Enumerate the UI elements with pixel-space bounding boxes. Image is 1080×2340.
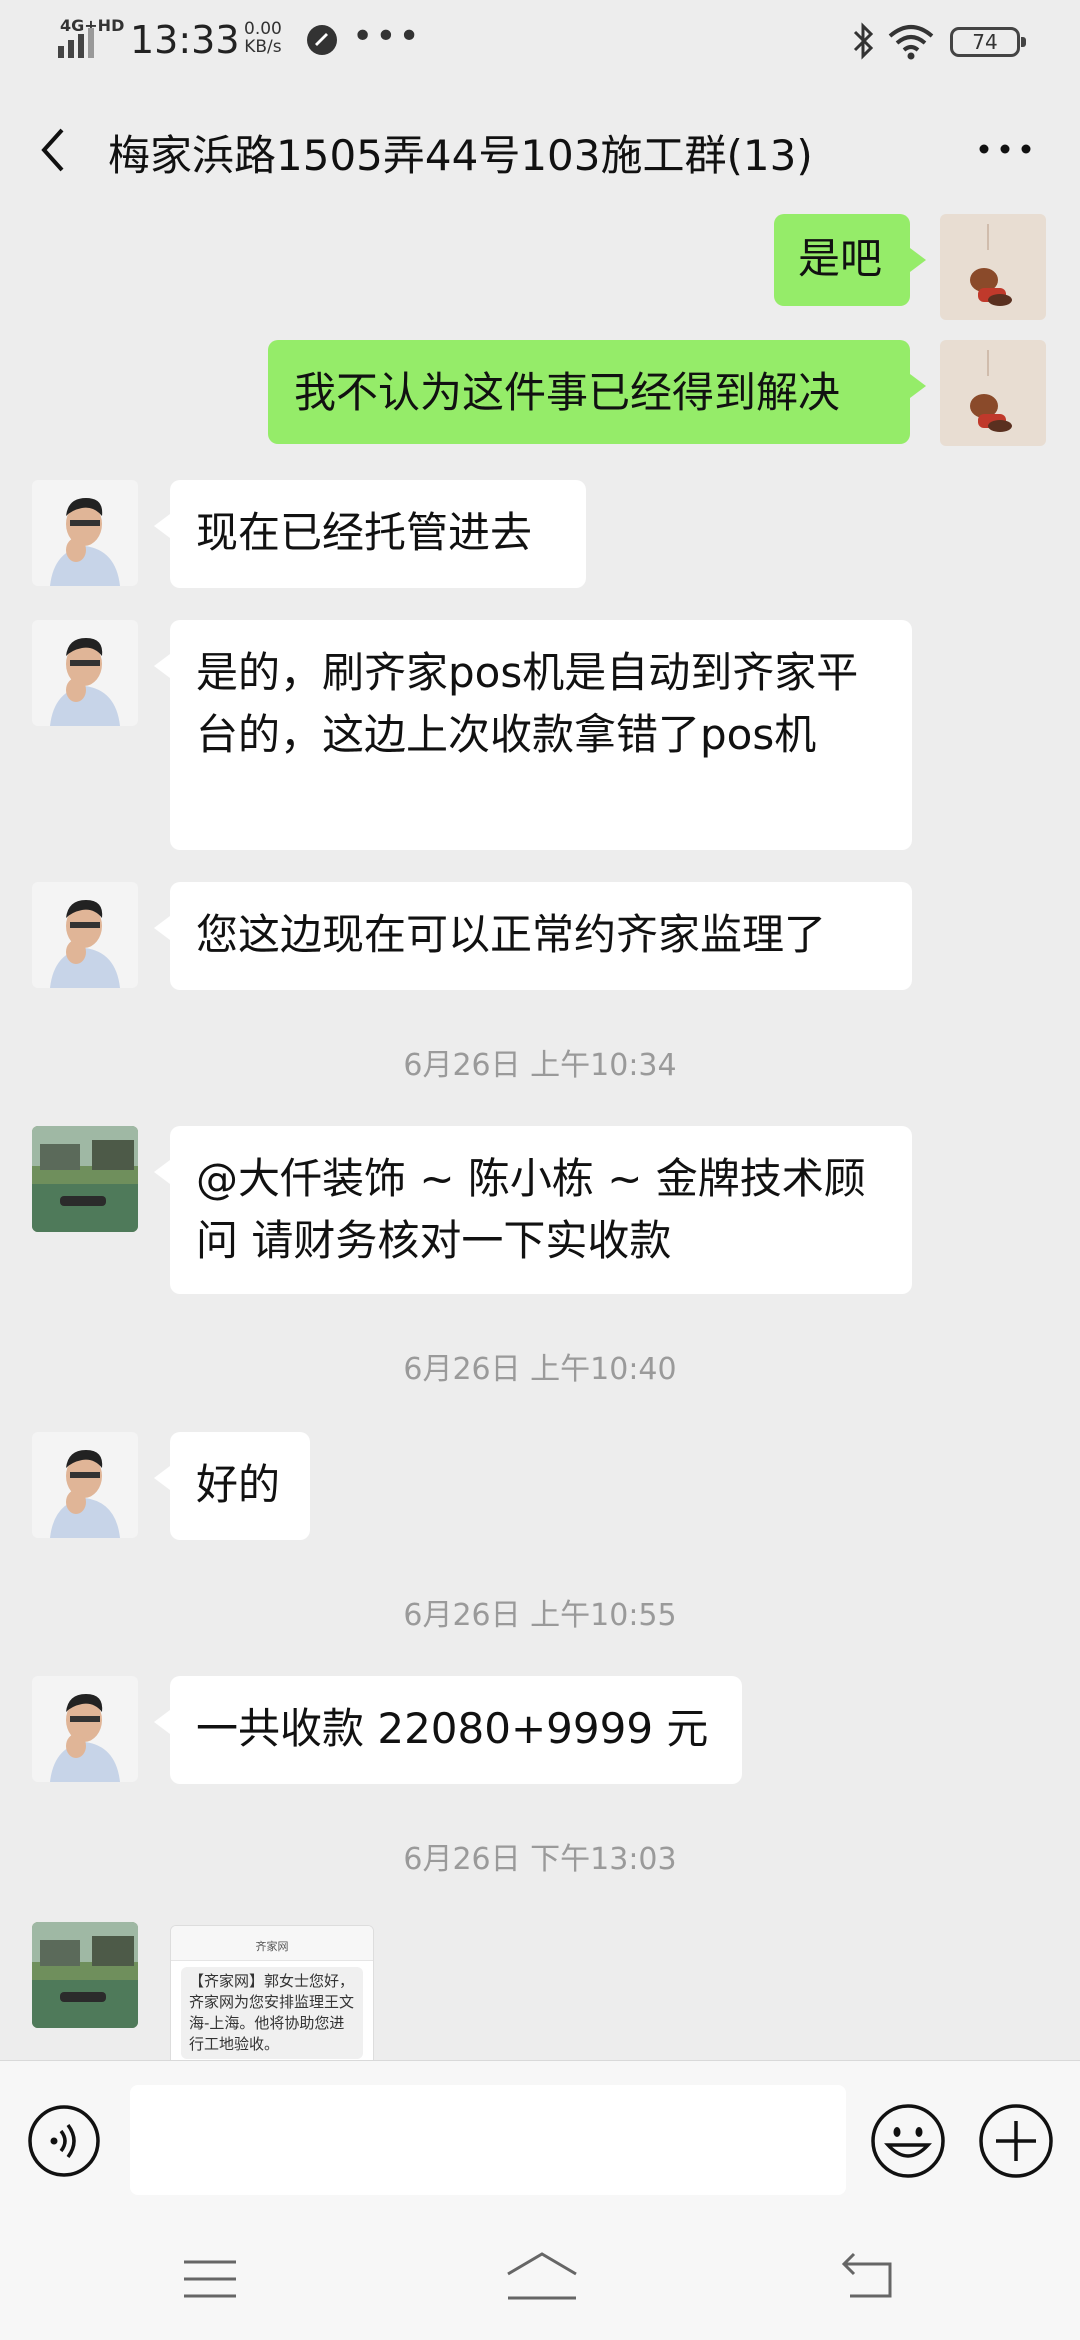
bluetooth-icon	[853, 22, 874, 60]
wifi-icon	[888, 25, 934, 60]
timestamp: 6月26日 上午10:40	[403, 1352, 677, 1387]
timestamp: 6月26日 上午10:34	[403, 1048, 677, 1083]
home-icon[interactable]	[504, 2248, 580, 2304]
menu-icon[interactable]	[182, 2254, 238, 2304]
battery-icon: 74	[950, 27, 1026, 57]
input-bar	[0, 2060, 1080, 2221]
message-input[interactable]	[130, 2085, 846, 2195]
member-avatar[interactable]	[32, 620, 138, 726]
message-bubble-incoming[interactable]: 现在已经托管进去	[154, 480, 586, 588]
thumbnail-header: 齐家网	[171, 1926, 373, 1961]
member-avatar[interactable]	[32, 1676, 138, 1782]
message-bubble-incoming[interactable]: 一共收款 22080+9999 元	[154, 1676, 742, 1784]
member-avatar[interactable]	[32, 480, 138, 586]
system-nav-bar	[0, 2220, 1080, 2340]
return-icon[interactable]	[840, 2250, 896, 2302]
message-bubble-outgoing[interactable]: 是吧	[774, 214, 926, 306]
member-avatar[interactable]	[32, 1432, 138, 1538]
status-bar: 4G+HD 13:33 0.00 KB/s ••• 74	[0, 0, 1080, 80]
network-speed-value: 0.00	[244, 19, 282, 39]
notification-badge-icon	[307, 25, 337, 55]
voice-icon[interactable]	[26, 2103, 102, 2179]
network-speed-unit: KB/s	[244, 37, 282, 57]
timestamp: 6月26日 上午10:55	[403, 1598, 677, 1633]
message-bubble-incoming[interactable]: 您这边现在可以正常约齐家监理了	[154, 882, 912, 990]
member-avatar-landscape[interactable]	[32, 1922, 138, 2028]
status-time: 13:33	[130, 18, 240, 62]
thumbnail-title: 齐家网	[255, 1940, 289, 1953]
message-bubble-incoming[interactable]: 好的	[154, 1432, 310, 1540]
status-more-icon: •••	[352, 16, 422, 57]
chat-title: 梅家浜路1505弄44号103施工群(13)	[108, 131, 813, 180]
message-bubble-incoming[interactable]: @大仟装饰 ~ 陈小栋 ~ 金牌技术顾问 请财务核对一下实收款	[154, 1126, 912, 1294]
more-icon[interactable]	[970, 124, 1040, 174]
my-avatar[interactable]	[940, 214, 1046, 320]
my-avatar[interactable]	[940, 340, 1046, 446]
back-icon[interactable]	[32, 122, 72, 178]
timestamp: 6月26日 下午13:03	[403, 1842, 677, 1877]
chat-area[interactable]: 是吧 我不认为这件事已经得到解决 现在已经托管进去 是的，刷齐家pos机是自动到…	[0, 210, 1080, 2060]
member-avatar-landscape[interactable]	[32, 1126, 138, 1232]
thumbnail-text: 【齐家网】郭女士您好，齐家网为您安排监理王文海-上海。他将协助您进行工地验收。	[181, 1967, 363, 2059]
image-message-thumbnail[interactable]: 齐家网 【齐家网】郭女士您好，齐家网为您安排监理王文海-上海。他将协助您进行工地…	[170, 1925, 374, 2060]
message-bubble-outgoing[interactable]: 我不认为这件事已经得到解决	[268, 340, 926, 444]
plus-icon[interactable]	[976, 2101, 1056, 2181]
message-bubble-incoming[interactable]: 是的，刷齐家pos机是自动到齐家平台的，这边上次收款拿错了pos机	[154, 620, 912, 850]
member-avatar[interactable]	[32, 882, 138, 988]
emoji-icon[interactable]	[868, 2101, 948, 2181]
chat-header: 梅家浜路1505弄44号103施工群(13)	[0, 80, 1080, 220]
signal-icon	[58, 28, 94, 58]
network-speed: 0.00 KB/s	[244, 20, 282, 56]
